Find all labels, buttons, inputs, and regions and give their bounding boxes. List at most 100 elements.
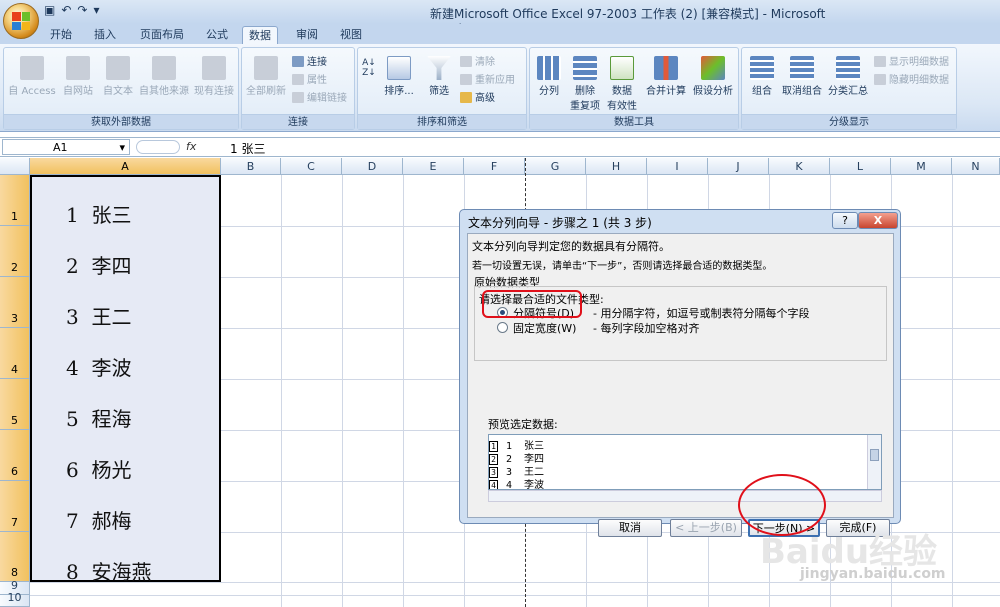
cell-a7[interactable]: 7 郝梅 [66, 505, 131, 534]
column-header[interactable]: L [830, 158, 891, 175]
connections-button[interactable]: 连接 [292, 53, 327, 68]
edit-links-button[interactable]: 编辑链接 [292, 89, 347, 104]
column-header[interactable]: I [647, 158, 708, 175]
name-box[interactable]: A1 ▾ [2, 139, 130, 155]
filter-button[interactable]: 筛选 [424, 56, 454, 97]
row-header[interactable]: 5 [0, 379, 30, 430]
grid-line [342, 175, 343, 607]
formula-input[interactable]: 1 张三 [230, 140, 265, 157]
delimited-description: - 用分隔字符，如逗号或制表符分隔每个字段 [593, 307, 810, 320]
column-header[interactable]: C [281, 158, 342, 175]
row-header[interactable]: 10 [0, 591, 30, 607]
preview-row: 44 李波 [489, 476, 544, 489]
show-detail-icon [874, 56, 886, 67]
save-icon[interactable]: ▣ [44, 3, 55, 17]
fixed-width-label[interactable]: 固定宽度(W) [513, 320, 576, 336]
row-header[interactable]: 3 [0, 277, 30, 328]
refresh-icon [254, 56, 278, 80]
cell-a8[interactable]: 8 安海燕 [66, 556, 151, 585]
cell-a1[interactable]: 1 张三 [66, 199, 131, 228]
group-outline: 组合 取消组合 分类汇总 显示明细数据 隐藏明细数据 分级显示 [741, 47, 957, 130]
properties-icon [292, 74, 304, 85]
hide-detail-button[interactable]: 隐藏明细数据 [874, 71, 949, 86]
scroll-thumb[interactable] [870, 449, 879, 461]
refresh-all-button[interactable]: 全部刷新 [244, 56, 288, 97]
cancel-button[interactable]: 取消 [598, 519, 662, 537]
from-other-sources-button[interactable]: 自其他来源 [138, 56, 190, 97]
column-header[interactable]: J [708, 158, 769, 175]
consolidate-button[interactable]: 合并计算 [644, 56, 688, 97]
tab-insert[interactable]: 插入 [88, 26, 122, 44]
reapply-button[interactable]: 重新应用 [460, 71, 515, 86]
cell-a3[interactable]: 3 王二 [66, 301, 131, 330]
text-to-columns-button[interactable]: 分列 [532, 56, 566, 97]
tab-data[interactable]: 数据 [242, 26, 278, 44]
tab-page-layout[interactable]: 页面布局 [134, 26, 190, 44]
select-all-corner[interactable] [0, 158, 30, 175]
preview-vertical-scrollbar[interactable] [867, 435, 881, 489]
ribbon: 自 Access 自网站 自文本 自其他来源 现有连接 获取外部数据 全部刷新 … [0, 44, 1000, 132]
hide-detail-icon [874, 74, 886, 85]
what-if-analysis-button[interactable]: 假设分析 [690, 56, 736, 97]
office-button[interactable] [3, 3, 39, 39]
from-access-button[interactable]: 自 Access [8, 56, 56, 97]
data-validation-button[interactable]: 数据 有效性 [604, 56, 640, 112]
grid-line [30, 595, 1000, 596]
column-header[interactable]: H [586, 158, 647, 175]
row-header[interactable]: 7 [0, 481, 30, 532]
column-header[interactable]: B [221, 158, 281, 175]
insert-function-icon[interactable]: fx [186, 140, 196, 153]
tab-home[interactable]: 开始 [44, 26, 78, 44]
back-button[interactable]: < 上一步(B) [670, 519, 742, 537]
other-sources-icon [152, 56, 176, 80]
row-header[interactable]: 1 [0, 175, 30, 226]
column-header[interactable]: A [30, 158, 221, 175]
column-header[interactable]: E [403, 158, 464, 175]
row-header[interactable]: 4 [0, 328, 30, 379]
tab-formulas[interactable]: 公式 [200, 26, 234, 44]
redo-icon[interactable]: ↷ [77, 3, 87, 17]
cell-a4[interactable]: 4 李波 [66, 352, 131, 381]
remove-duplicates-button[interactable]: 删除 重复项 [568, 56, 602, 112]
from-web-button[interactable]: 自网站 [58, 56, 98, 97]
close-button[interactable]: X [858, 212, 898, 229]
clear-button[interactable]: 清除 [460, 53, 495, 68]
column-header[interactable]: N [952, 158, 1000, 175]
row-header[interactable]: 6 [0, 430, 30, 481]
from-text-button[interactable]: 自文本 [98, 56, 138, 97]
ungroup-icon [790, 56, 814, 80]
sort-button[interactable]: 排序... [382, 56, 416, 97]
column-header[interactable]: G [525, 158, 586, 175]
group-label: 分级显示 [742, 114, 956, 129]
show-detail-button[interactable]: 显示明细数据 [874, 53, 949, 68]
cell-a2[interactable]: 2 李四 [66, 250, 131, 279]
customize-qat-icon[interactable]: ▾ [93, 3, 99, 17]
column-header[interactable]: K [769, 158, 830, 175]
cell-a5[interactable]: 5 程海 [66, 403, 131, 432]
group-button[interactable]: 组合 [746, 56, 778, 97]
row-header[interactable]: 8 [0, 532, 30, 582]
help-button[interactable]: ? [832, 212, 858, 229]
fixed-width-radio[interactable] [497, 322, 508, 333]
group-data-tools: 分列 删除 重复项 数据 有效性 合并计算 假设分析 数据工具 [529, 47, 739, 130]
subtotal-button[interactable]: 分类汇总 [826, 56, 870, 97]
data-preview[interactable]: 11 张三 22 李四 33 王二 44 李波 [488, 434, 882, 490]
existing-connections-button[interactable]: 现有连接 [192, 56, 236, 97]
cell-a6[interactable]: 6 杨光 [66, 454, 131, 483]
properties-button[interactable]: 属性 [292, 71, 327, 86]
chevron-down-icon[interactable]: ▾ [119, 140, 125, 155]
web-icon [66, 56, 90, 80]
column-header[interactable]: F [464, 158, 525, 175]
column-header[interactable]: D [342, 158, 403, 175]
advanced-filter-button[interactable]: 高级 [460, 89, 495, 104]
sort-az-icon[interactable]: A↓ Z↓ [360, 58, 378, 78]
funnel-icon [427, 56, 451, 80]
tab-view[interactable]: 视图 [334, 26, 368, 44]
column-header[interactable]: M [891, 158, 952, 175]
undo-icon[interactable]: ↶ [61, 3, 71, 17]
tab-review[interactable]: 审阅 [290, 26, 324, 44]
ungroup-button[interactable]: 取消组合 [780, 56, 824, 97]
row-header[interactable]: 2 [0, 226, 30, 277]
watermark-url: jingyan.baidu.com [800, 566, 946, 582]
connections-icon [202, 56, 226, 80]
